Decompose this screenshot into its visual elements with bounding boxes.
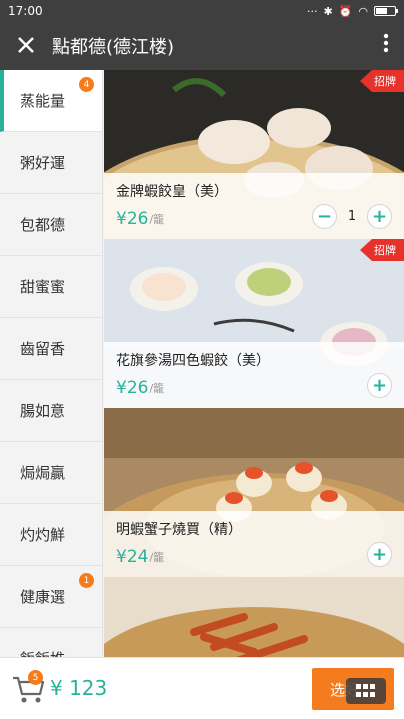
sidebar-item-label: 蒸能量 — [20, 92, 66, 110]
grid-icon[interactable] — [346, 678, 386, 704]
list-item[interactable]: 招牌 花旗參湯四色蝦餃（美） ¥26 /籠 + — [104, 239, 404, 408]
quantity-stepper: − 1 + — [312, 204, 392, 229]
sidebar-item-zhengnengliang[interactable]: 蒸能量 4 — [0, 70, 102, 132]
list-item[interactable]: 明蝦蟹子燒買（精） ¥24 /籠 + — [104, 408, 404, 577]
sidebar-item-zhuozhuoxian[interactable]: 灼灼鮮 — [0, 504, 102, 566]
count-badge: 1 — [79, 573, 94, 588]
more-vert-icon[interactable] — [368, 33, 404, 59]
sidebar-item-label: 健康選 — [20, 588, 66, 606]
dish-photo — [104, 577, 404, 657]
sidebar-item-label: 包都德 — [20, 216, 66, 234]
increase-button[interactable]: + — [367, 204, 392, 229]
cart-count-badge: 5 — [28, 670, 43, 685]
quantity-stepper: + — [367, 542, 392, 567]
price-unit: /籠 — [149, 382, 165, 395]
quantity-value: 1 — [347, 209, 357, 224]
sidebar-item-label: 飯飯堆 — [20, 648, 65, 657]
sidebar-item-label: 粥好運 — [20, 154, 66, 172]
increase-button[interactable]: + — [367, 542, 392, 567]
signal-icon: ··· — [306, 4, 318, 18]
app-bar: 點都德(德江楼) — [0, 22, 404, 70]
dish-price: ¥24 — [116, 547, 149, 567]
price-unit: /籠 — [149, 213, 165, 226]
price-row: ¥26 /籠 — [116, 378, 392, 398]
sidebar-item-label: 灼灼鮮 — [20, 526, 66, 544]
decrease-button[interactable]: − — [312, 204, 337, 229]
status-icons: ··· ✱ ⏰ ◠ — [306, 4, 398, 18]
status-bar: 17:00 ··· ✱ ⏰ ◠ — [0, 0, 404, 22]
dish-info: 明蝦蟹子燒買（精） ¥24 /籠 — [104, 511, 404, 577]
sidebar-item-label: 齒留香 — [20, 340, 66, 358]
sidebar-item-zhouhaoyun[interactable]: 粥好運 — [0, 132, 102, 194]
count-badge: 4 — [79, 77, 94, 92]
sidebar-item-tianmimi[interactable]: 甜蜜蜜 — [0, 256, 102, 318]
list-item[interactable]: 招牌 金牌蝦餃皇（美） ¥26 /籠 − 1 + — [104, 70, 404, 239]
sidebar-item-chiliuxiang[interactable]: 齒留香 — [0, 318, 102, 380]
battery-icon — [374, 6, 398, 16]
alarm-icon: ⏰ — [338, 4, 353, 18]
status-time: 17:00 — [8, 4, 43, 18]
cart-total: ¥ 123 — [50, 676, 108, 700]
sidebar-item-jiankangxuan[interactable]: 健康選 1 — [0, 566, 102, 628]
price-unit: /籠 — [149, 551, 165, 564]
menu-list: 招牌 金牌蝦餃皇（美） ¥26 /籠 − 1 + 招牌 花旗參湯四色蝦餃（美） … — [104, 70, 404, 657]
bottom-bar: 5 ¥ 123 选好 — [0, 657, 404, 719]
price-row: ¥24 /籠 — [116, 547, 392, 567]
dish-name: 明蝦蟹子燒買（精） — [116, 522, 242, 538]
dish-price: ¥26 — [116, 209, 149, 229]
sidebar-item-fanfandui[interactable]: 飯飯堆 — [0, 628, 102, 657]
quantity-stepper: + — [367, 373, 392, 398]
increase-button[interactable]: + — [367, 373, 392, 398]
dish-info: 花旗參湯四色蝦餃（美） ¥26 /籠 — [104, 342, 404, 408]
sidebar-item-label: 甜蜜蜜 — [20, 278, 66, 296]
page-title: 點都德(德江楼) — [52, 37, 175, 58]
dish-name: 花旗參湯四色蝦餃（美） — [116, 353, 270, 369]
close-icon[interactable] — [0, 32, 52, 60]
sidebar-item-baodude[interactable]: 包都德 — [0, 194, 102, 256]
sidebar-item-changruyi[interactable]: 腸如意 — [0, 380, 102, 442]
wifi-icon: ◠ — [358, 4, 368, 18]
sidebar-item-jujuying[interactable]: 焗焗贏 — [0, 442, 102, 504]
sidebar-item-label: 焗焗贏 — [20, 464, 66, 482]
dish-name: 金牌蝦餃皇（美） — [116, 184, 228, 200]
category-sidebar: 蒸能量 4 粥好運 包都德 甜蜜蜜 齒留香 腸如意 焗焗贏 灼灼鮮 健康選 1 … — [0, 70, 103, 657]
bluetooth-icon: ✱ — [323, 4, 333, 18]
sidebar-item-label: 腸如意 — [20, 402, 66, 420]
dish-price: ¥26 — [116, 378, 149, 398]
list-item[interactable] — [104, 577, 404, 657]
cart-button[interactable]: 5 — [10, 670, 46, 706]
